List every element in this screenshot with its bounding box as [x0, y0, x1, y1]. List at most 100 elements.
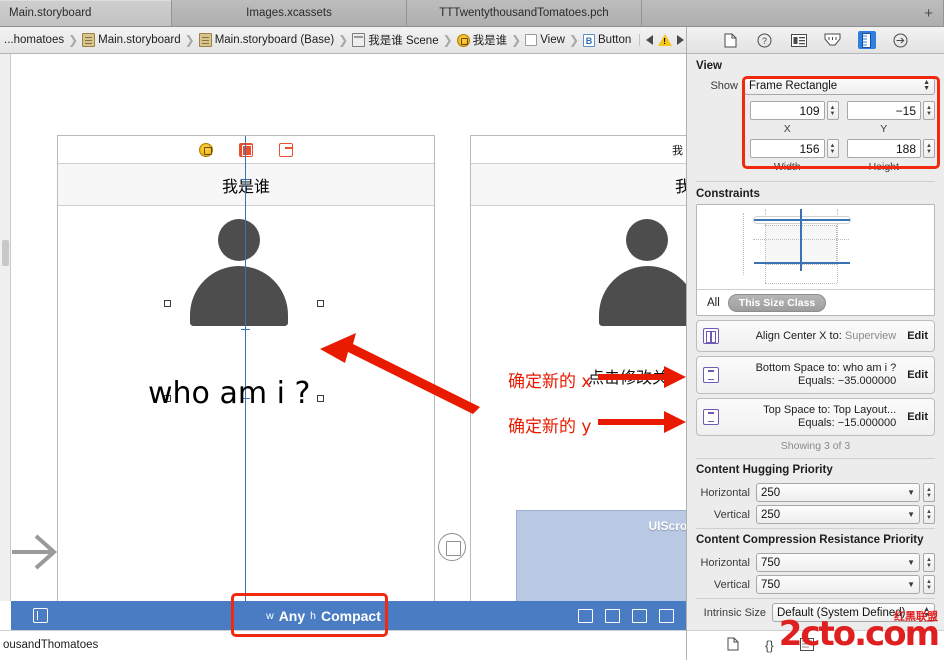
scrollview-label: UIScrollView: [648, 519, 686, 533]
view-icon: [525, 34, 538, 46]
breadcrumb-item-project[interactable]: ...homatoes: [2, 34, 66, 46]
add-tab-button[interactable]: +: [924, 6, 933, 21]
y-stepper[interactable]: ▲ ▼: [923, 101, 935, 120]
constraint-row-bottom-space[interactable]: Bottom Space to: who am i ? Equals: −35.…: [696, 356, 935, 394]
exit-icon[interactable]: [279, 142, 293, 157]
attributes-inspector-icon[interactable]: [824, 31, 842, 49]
x-stepper[interactable]: ▲ ▼: [826, 101, 839, 120]
navigation-bar-left: 我是谁: [58, 164, 434, 206]
previous-issue-icon[interactable]: [646, 35, 654, 45]
x-field-label: X: [783, 123, 791, 135]
scrollview-box[interactable]: UIScrollView: [516, 510, 686, 601]
size-class-selector[interactable]: w Any h Compact: [69, 608, 578, 624]
filter-this-size-class-button[interactable]: This Size Class: [727, 293, 827, 312]
hugging-vertical-select[interactable]: 250 ▼: [756, 505, 920, 524]
constraint-row-align-center-x[interactable]: Align Center X to: Superview Edit: [696, 320, 935, 352]
view-controller-icon[interactable]: [199, 142, 213, 157]
svg-text:?: ?: [762, 36, 767, 46]
button-icon: B: [583, 33, 595, 47]
align-icon[interactable]: [578, 608, 593, 623]
constraints-diagram-well[interactable]: All This Size Class: [696, 204, 935, 316]
storyboard-canvas[interactable]: 我是谁 who am i ? 我 我: [0, 54, 686, 601]
breadcrumb-item-storyboard[interactable]: Main.storyboard: [80, 33, 182, 47]
diagram-dash-bottom: [765, 283, 837, 284]
diagram-dash-left: [743, 213, 744, 275]
inspector-content: View Show Frame Rectangle ▲ ▼ 109 ▲ ▼ −15…: [687, 54, 944, 660]
warning-icon[interactable]: [658, 34, 673, 46]
divider: [696, 528, 935, 529]
x-field[interactable]: 109: [750, 101, 825, 120]
intrinsic-size-select[interactable]: Default (System Defined) ▲ ▼: [772, 603, 935, 622]
size-class-toggle[interactable]: [11, 608, 69, 623]
compression-horizontal-stepper[interactable]: ▲ ▼: [923, 553, 935, 572]
tab-main-storyboard[interactable]: Main.storyboard: [0, 0, 172, 26]
constraint-cap-bottom: [241, 329, 250, 330]
diagram-line-top: [754, 219, 850, 221]
breadcrumb-item-button[interactable]: B Button: [581, 33, 633, 47]
constraint-text: Align Center X to: Superview: [725, 330, 901, 343]
compression-vertical-select[interactable]: 750 ▼: [756, 575, 920, 594]
height-stepper[interactable]: ▲ ▼: [923, 139, 935, 158]
annotation-y-label: 确定新的 y: [508, 417, 592, 437]
y-field[interactable]: −15: [846, 101, 921, 120]
show-label: Show: [710, 79, 738, 92]
filter-all-button[interactable]: All: [707, 297, 720, 309]
resize-icon[interactable]: [659, 608, 674, 623]
diagram-line-bottom: [754, 262, 850, 264]
breadcrumb-separator-icon: ❯: [184, 33, 195, 47]
who-am-i-label[interactable]: who am i ?: [148, 376, 310, 411]
vertical-space-icon: [703, 367, 719, 383]
utilities-inspector: ? View Show Frame Rectangle ▲ ▼ 109 ▲ ▼ …: [686, 27, 944, 660]
first-responder-icon[interactable]: [239, 142, 253, 157]
size-inspector-icon[interactable]: [857, 31, 876, 49]
compression-horizontal-select[interactable]: 750 ▼: [756, 553, 920, 572]
constraint-row-top-space[interactable]: Top Space to: Top Layout... Equals: −15.…: [696, 398, 935, 436]
document-icon: [82, 33, 96, 47]
compression-horizontal-label: Horizontal: [700, 556, 750, 569]
pin-icon[interactable]: [605, 608, 620, 623]
breadcrumb-separator-icon: ❯: [68, 33, 79, 47]
size-class-width-value: Any: [278, 607, 306, 624]
constraint-edit-button[interactable]: Edit: [907, 369, 928, 381]
resolve-issues-icon[interactable]: [632, 608, 647, 623]
hugging-horizontal-select[interactable]: 250 ▼: [756, 483, 920, 502]
breadcrumb-label: 我是谁 Scene: [368, 35, 439, 47]
annotation-arrow-y: [598, 411, 686, 433]
show-select[interactable]: Frame Rectangle ▲ ▼: [744, 76, 935, 95]
breadcrumb-item-storyboard-base[interactable]: Main.storyboard (Base): [197, 33, 337, 47]
chevron-down-icon: ▼: [907, 557, 915, 567]
identity-inspector-icon[interactable]: [790, 31, 808, 49]
hugging-horizontal-stepper[interactable]: ▲ ▼: [923, 483, 935, 502]
issue-navigation-controls: [639, 34, 685, 46]
width-stepper[interactable]: ▲ ▼: [826, 139, 839, 158]
constraint-edit-button[interactable]: Edit: [907, 330, 928, 342]
segue-arrow-icon: [12, 534, 58, 570]
tab-images-xcassets[interactable]: Images.xcassets: [172, 0, 407, 26]
chevron-down-icon: ▼: [907, 487, 915, 497]
breadcrumb-item-view[interactable]: View: [523, 34, 567, 46]
align-badge-icon[interactable]: [438, 533, 466, 561]
code-snippet-library-icon[interactable]: {}: [765, 638, 774, 653]
constraint-edit-button[interactable]: Edit: [907, 411, 928, 423]
canvas-left-scrollbar[interactable]: [0, 54, 11, 601]
selection-handle-left[interactable]: [164, 300, 171, 307]
width-field[interactable]: 156: [750, 139, 825, 158]
scene-dock[interactable]: [58, 136, 434, 164]
next-issue-icon[interactable]: [677, 35, 685, 45]
breadcrumb-item-scene[interactable]: 我是谁 Scene: [350, 32, 440, 48]
quick-help-inspector-icon[interactable]: ?: [756, 31, 774, 49]
tab-pch-file[interactable]: TTTwentythousandTomatoes.pch: [407, 0, 642, 26]
constraints-filter: All This Size Class: [697, 289, 934, 315]
hugging-vertical-stepper[interactable]: ▲ ▼: [923, 505, 935, 524]
connections-inspector-icon[interactable]: [892, 31, 910, 49]
file-template-library-icon[interactable]: [727, 637, 739, 654]
chevron-down-icon: ▼: [923, 85, 930, 92]
selection-handle-right[interactable]: [317, 300, 324, 307]
media-library-icon[interactable]: [799, 637, 814, 654]
file-inspector-icon[interactable]: [722, 31, 740, 49]
width-field-label: Width: [773, 161, 801, 173]
height-field[interactable]: 188: [846, 139, 921, 158]
document-icon: [198, 33, 212, 47]
compression-vertical-stepper[interactable]: ▲ ▼: [923, 575, 935, 594]
breadcrumb-item-view-controller[interactable]: 我是谁: [455, 32, 510, 48]
